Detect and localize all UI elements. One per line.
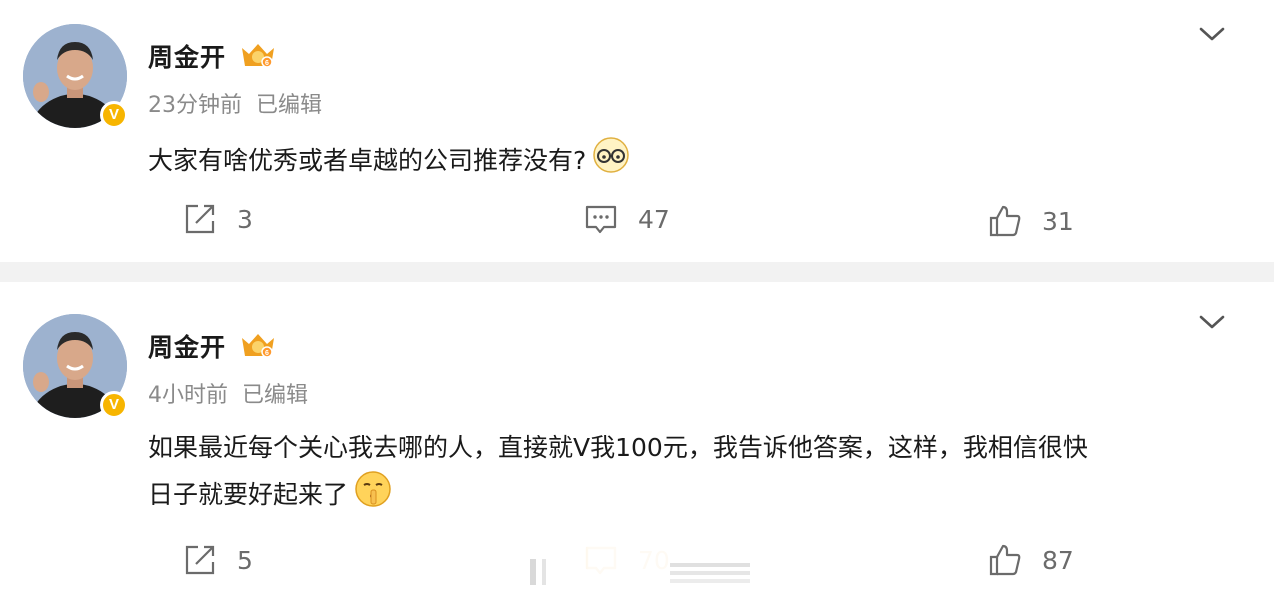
thumbs-up-icon xyxy=(989,544,1021,576)
repost-icon xyxy=(185,545,215,575)
comment-count: 47 xyxy=(638,204,670,234)
shush-emoji xyxy=(354,470,392,522)
crown-badge-icon: 6 xyxy=(239,330,277,360)
thinking-glasses-emoji xyxy=(592,136,630,188)
post-text: 大家有啥优秀或者卓越的公司推荐没有? xyxy=(148,136,1234,188)
post-text: 如果最近每个关心我去哪的人，直接就V我100元，我告诉他答案，这样，我相信很快 … xyxy=(148,426,1234,522)
verified-badge: V xyxy=(100,391,128,419)
post-card: V 周金开 6 4小时前 已编辑 如果最近每个关心我去哪的人，直接就V我100元，… xyxy=(0,282,1274,606)
post-time: 23分钟前 xyxy=(148,93,242,118)
svg-text:6: 6 xyxy=(265,350,269,357)
edited-label: 已编辑 xyxy=(242,383,309,408)
verified-badge: V xyxy=(100,101,128,129)
chevron-down-icon[interactable] xyxy=(1198,312,1226,332)
post-time: 4小时前 xyxy=(148,383,228,408)
svg-text:6: 6 xyxy=(265,60,269,67)
repost-icon xyxy=(185,204,215,234)
watermark-bars xyxy=(530,559,750,585)
post-card: V 周金开 6 23分钟前 已编辑 大家有啥优秀或者卓越的公司推荐没有? 3 4… xyxy=(0,0,1274,262)
thumbs-up-icon xyxy=(989,205,1021,237)
repost-count: 5 xyxy=(237,545,253,575)
comment-icon xyxy=(585,205,617,234)
like-count: 31 xyxy=(1042,206,1074,236)
repost-button[interactable]: 5 xyxy=(183,543,253,577)
like-count: 87 xyxy=(1042,545,1074,575)
avatar[interactable]: V xyxy=(23,24,128,129)
chevron-down-icon[interactable] xyxy=(1198,24,1226,44)
like-button[interactable]: 87 xyxy=(988,543,1074,577)
username[interactable]: 周金开 xyxy=(148,38,226,74)
post-meta: 23分钟前 已编辑 xyxy=(148,87,322,119)
avatar[interactable]: V xyxy=(23,314,128,419)
crown-badge-icon: 6 xyxy=(239,40,277,70)
like-button[interactable]: 31 xyxy=(988,204,1074,238)
edited-label: 已编辑 xyxy=(256,93,323,118)
repost-count: 3 xyxy=(237,204,253,234)
repost-button[interactable]: 3 xyxy=(183,202,253,236)
post-meta: 4小时前 已编辑 xyxy=(148,377,308,409)
username[interactable]: 周金开 xyxy=(148,328,226,364)
comment-button[interactable]: 47 xyxy=(584,202,670,236)
